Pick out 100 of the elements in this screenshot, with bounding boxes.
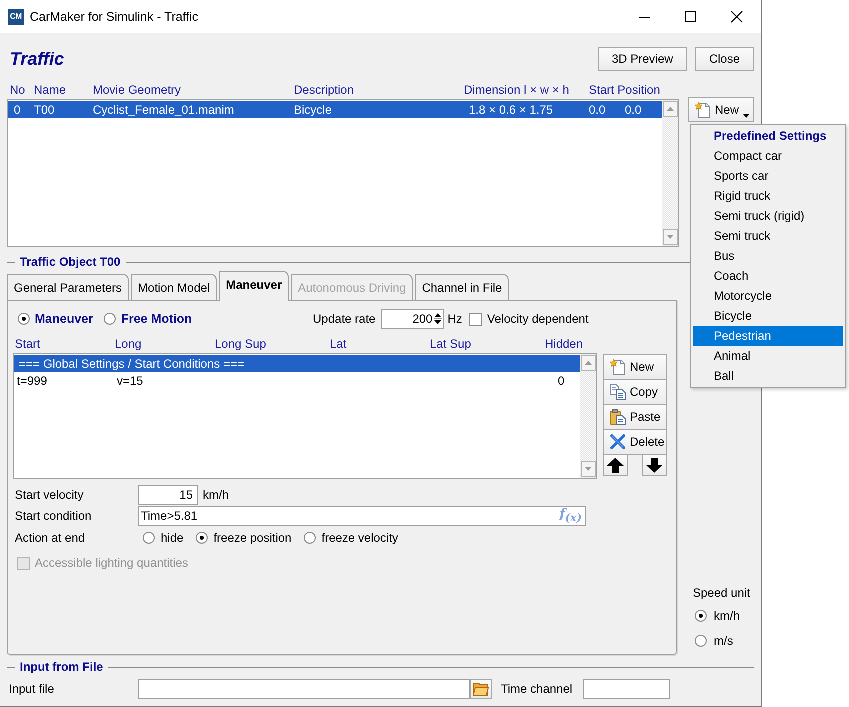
column-header: Name <box>34 83 68 97</box>
unit-label: Hz <box>448 312 462 326</box>
table-cell-text: 1.8 × 0.6 × 1.75 <box>468 102 554 116</box>
column-header: Long <box>115 337 143 351</box>
table-cell-text: 0 <box>13 102 22 116</box>
radio-label[interactable]: hide <box>161 531 184 545</box>
menu-heading: Predefined Settings <box>713 128 828 145</box>
table-row[interactable]: 0 T00 Cyclist_Female_01.manim Bicycle 1.8 × 0.6 × 1.75 0.0 0.0 <box>8 101 662 118</box>
move-down-button[interactable] <box>642 454 667 476</box>
tab[interactable]: Motion Model <box>131 274 218 300</box>
list-row[interactable]: t=999 v=15 0 <box>14 372 580 389</box>
radio-button[interactable] <box>18 313 30 325</box>
arrow-up-icon <box>607 458 624 472</box>
list-cell-text: v=15 <box>116 374 144 388</box>
page-title: Traffic <box>10 48 64 70</box>
list-cell-text: 0 <box>557 374 566 388</box>
delete-button[interactable]: Delete <box>603 429 667 455</box>
time-channel-field[interactable] <box>583 679 670 699</box>
menu-item[interactable]: Coach <box>693 266 843 286</box>
spinner-arrows-icon[interactable] <box>434 311 442 327</box>
field-label: Time channel <box>501 682 574 696</box>
copy-button[interactable]: Copy <box>603 379 667 405</box>
tab[interactable]: Maneuver <box>219 271 290 301</box>
column-header: No <box>10 83 26 97</box>
copy-icon <box>610 384 626 400</box>
table-cell-text: 0.0 <box>589 102 607 116</box>
radio-button[interactable] <box>695 635 707 647</box>
radio-button[interactable] <box>196 532 208 544</box>
radio-button[interactable] <box>143 532 155 544</box>
column-header: Lat <box>330 337 348 351</box>
menu-item[interactable]: Bicycle <box>693 306 843 326</box>
table-cell-text: T00 <box>34 102 56 116</box>
paste-button[interactable]: Paste <box>603 404 667 430</box>
column-header: Lat Sup <box>430 337 472 351</box>
menu-item[interactable]: Rigid truck <box>693 186 843 206</box>
column-header: Long Sup <box>215 337 268 351</box>
menu-item[interactable]: Semi truck (rigid) <box>693 206 843 226</box>
new-button[interactable]: New <box>688 97 754 122</box>
column-header: Start <box>15 337 42 351</box>
column-header: Hidden <box>545 337 584 351</box>
menu-item[interactable]: Motorcycle <box>693 286 843 306</box>
column-header: Movie Geometry <box>93 83 182 97</box>
start-velocity-field[interactable]: 15 <box>138 485 198 505</box>
close-icon[interactable] <box>731 10 743 22</box>
new-button[interactable]: New <box>603 354 667 380</box>
radio-label[interactable]: freeze velocity <box>322 531 398 545</box>
window-title: CarMaker for Simulink - Traffic <box>30 10 199 24</box>
move-up-button[interactable] <box>603 454 628 476</box>
tab[interactable]: Channel in File <box>415 274 510 300</box>
app-logo: CM <box>8 8 24 24</box>
field-label: Action at end <box>15 530 86 547</box>
menu-item[interactable]: Semi truck <box>693 226 843 246</box>
radio-label[interactable]: m/s <box>714 634 734 648</box>
radio-label[interactable]: Free Motion <box>121 312 192 326</box>
column-header: Start Position <box>589 83 662 97</box>
radio-button[interactable] <box>104 313 116 325</box>
menu-item[interactable]: Ball <box>693 366 843 386</box>
section-title: Traffic Object T00 <box>20 255 121 269</box>
radio-label[interactable]: freeze position <box>214 531 292 545</box>
checkbox[interactable] <box>469 312 482 326</box>
column-header: Description <box>294 83 356 97</box>
section-title: Input from File <box>20 660 104 674</box>
radio-label[interactable]: km/h <box>714 609 740 623</box>
arrow-down-icon <box>646 458 663 472</box>
menu-item[interactable]: Compact car <box>693 146 843 166</box>
list-row[interactable]: === Global Settings / Start Conditions === <box>14 355 580 372</box>
radio-label[interactable]: Maneuver <box>35 312 94 326</box>
group-label: Speed unit <box>693 585 752 601</box>
table-cell-text: 0.0 <box>625 102 643 116</box>
field-label: Update rate <box>313 312 376 326</box>
tab[interactable]: General Parameters <box>7 274 130 300</box>
update-rate-spinbox[interactable]: 200 <box>380 309 444 329</box>
menu-item[interactable]: Sports car <box>693 166 843 186</box>
field-label: Start velocity <box>15 487 85 504</box>
new-document-icon <box>695 102 711 118</box>
folder-icon <box>473 682 489 696</box>
menu-item[interactable]: Animal <box>693 346 843 366</box>
cross-icon <box>610 434 626 450</box>
new-document-icon <box>610 359 626 375</box>
radio-button[interactable] <box>695 610 707 622</box>
list-cell-text: t=999 <box>16 374 48 388</box>
clipboard-icon <box>610 409 626 425</box>
close-button[interactable]: Close <box>695 47 754 71</box>
checkbox-label[interactable]: Velocity dependent <box>487 312 589 326</box>
vertical-scrollbar[interactable] <box>580 354 596 478</box>
table-cell-text: Cyclist_Female_01.manim <box>93 102 236 116</box>
field-label: Input file <box>9 682 56 696</box>
start-condition-field[interactable]: Time>5.81 f$_{(x)}$ <box>138 506 586 526</box>
vertical-scrollbar[interactable] <box>662 100 678 246</box>
menu-item[interactable]: Pedestrian <box>693 326 843 346</box>
preview-3d-button[interactable]: 3D Preview <box>598 47 688 71</box>
maximize-icon[interactable] <box>685 11 696 22</box>
radio-button[interactable] <box>304 532 316 544</box>
field-label: Start condition <box>15 508 93 525</box>
table-cell-text: Bicycle <box>294 102 334 116</box>
menu-item[interactable]: Bus <box>693 246 843 266</box>
column-header: Dimension l × w × h <box>464 83 570 97</box>
minimize-icon[interactable] <box>639 16 650 18</box>
browse-button[interactable] <box>470 679 492 699</box>
input-file-field[interactable] <box>138 679 470 699</box>
